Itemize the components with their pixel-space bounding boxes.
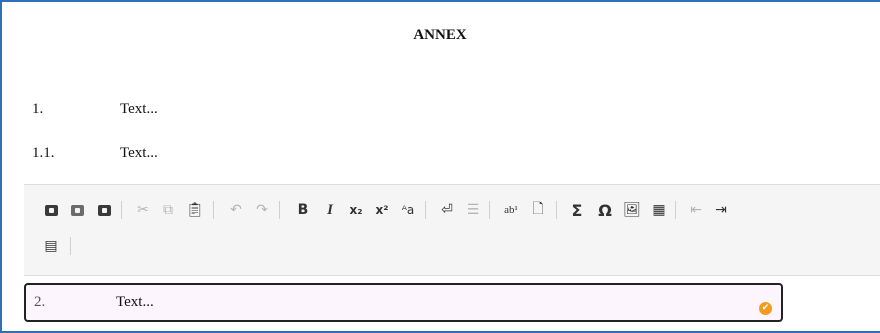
italic-button[interactable]: I bbox=[319, 199, 341, 221]
page-title: ANNEX bbox=[413, 27, 467, 43]
page-layout-icon[interactable]: ▤ bbox=[40, 235, 62, 257]
cut-icon[interactable]: ✂ bbox=[132, 199, 154, 221]
delete-block-icon[interactable] bbox=[93, 199, 115, 221]
table-icon[interactable]: ▦ bbox=[648, 199, 670, 221]
toolbar-separator bbox=[121, 201, 122, 219]
subscript-button[interactable]: x₂ bbox=[345, 199, 367, 221]
line-break-icon[interactable]: ⏎ bbox=[436, 199, 458, 221]
insert-above-icon[interactable] bbox=[40, 199, 62, 221]
list-item-number: 1.1. bbox=[32, 145, 55, 161]
list-item-text: Text... bbox=[120, 145, 158, 161]
toolbar-separator bbox=[213, 201, 214, 219]
list-item-number: 1. bbox=[32, 101, 44, 117]
undo-icon[interactable]: ↶ bbox=[225, 199, 247, 221]
bold-button[interactable]: B bbox=[292, 199, 314, 221]
list-item-number: 2. bbox=[34, 294, 46, 310]
list-item-text[interactable]: Text... bbox=[116, 294, 154, 311]
active-list-item-editor[interactable]: 2. Text... ✔ bbox=[24, 283, 783, 322]
list-item-text: Text... bbox=[120, 101, 158, 117]
editor-toolbar: ✂ ⧉ 📋︎ ↶ ↷ B I x₂ x² ᴬa ⏎ ☰ ab¹ 🗋︎ Σ Ω 🖼… bbox=[24, 184, 880, 276]
check-circle-icon[interactable]: ✔ bbox=[759, 302, 772, 315]
list-format-icon[interactable]: ☰ bbox=[462, 199, 484, 221]
omega-button[interactable]: Ω bbox=[594, 199, 616, 221]
copy-icon[interactable]: ⧉ bbox=[157, 199, 179, 221]
paste-icon[interactable]: 📋︎ bbox=[184, 199, 206, 221]
image-icon[interactable]: 🖼︎ bbox=[621, 199, 643, 221]
insert-below-icon[interactable] bbox=[66, 199, 88, 221]
toolbar-separator bbox=[70, 237, 71, 255]
toolbar-separator bbox=[425, 201, 426, 219]
superscript-button[interactable]: x² bbox=[371, 199, 393, 221]
toolbar-separator bbox=[489, 201, 490, 219]
sigma-button[interactable]: Σ bbox=[566, 199, 588, 221]
indent-icon[interactable]: ⇥ bbox=[710, 199, 732, 221]
toolbar-separator bbox=[675, 201, 676, 219]
toolbar-separator bbox=[279, 201, 280, 219]
change-case-button[interactable]: ᴬa bbox=[397, 199, 419, 221]
outdent-icon[interactable]: ⇤ bbox=[685, 199, 707, 221]
redo-icon[interactable]: ↷ bbox=[251, 199, 273, 221]
footnote-button[interactable]: ab¹ bbox=[500, 199, 522, 221]
toolbar-separator bbox=[556, 201, 557, 219]
document-link-icon[interactable]: 🗋︎ bbox=[527, 199, 549, 221]
